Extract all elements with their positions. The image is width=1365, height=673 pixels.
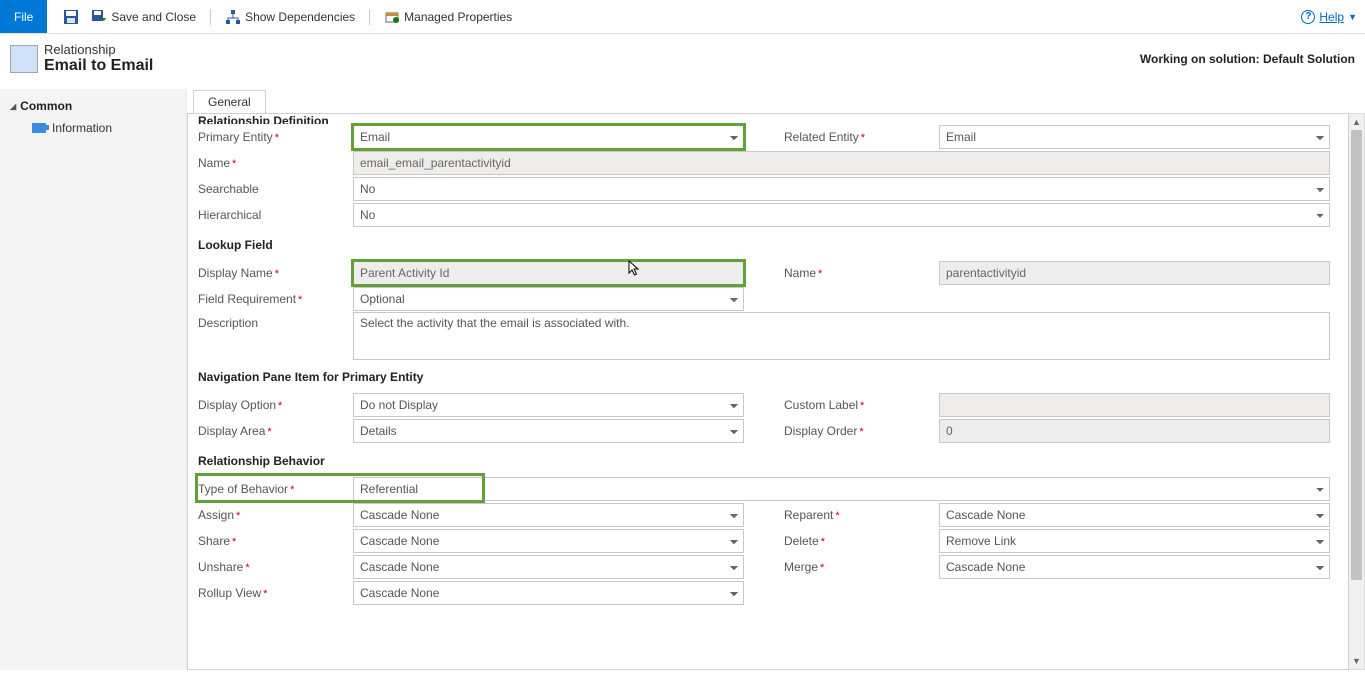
nav-group-common[interactable]: Common xyxy=(0,95,186,117)
save-button[interactable] xyxy=(57,0,85,33)
primary-entity-select[interactable]: Email xyxy=(353,125,744,149)
show-dependencies-button[interactable]: Show Dependencies xyxy=(219,0,361,33)
label-description: Description xyxy=(198,312,353,334)
share-select[interactable]: Cascade None xyxy=(353,529,744,553)
searchable-select[interactable]: No xyxy=(353,177,1330,201)
section-relationship-definition: Relationship Definition xyxy=(198,114,1330,124)
type-of-behavior-select[interactable]: Referential xyxy=(353,477,1330,501)
description-textarea[interactable]: Select the activity that the email is as… xyxy=(353,312,1330,360)
managed-props-icon xyxy=(384,9,400,25)
name-input[interactable] xyxy=(353,151,1330,175)
label-display-name: Display Name* xyxy=(198,262,353,284)
vertical-scrollbar[interactable]: ▲ ▼ xyxy=(1349,113,1365,670)
related-entity-select[interactable]: Email xyxy=(939,125,1330,149)
information-icon xyxy=(32,123,46,133)
help-menu[interactable]: ? Help ▼ xyxy=(1301,10,1357,24)
label-custom-label: Custom Label* xyxy=(784,394,939,416)
managed-properties-button[interactable]: Managed Properties xyxy=(378,0,518,33)
save-icon xyxy=(63,9,79,25)
section-behavior: Relationship Behavior xyxy=(198,444,1330,476)
scroll-down-arrow[interactable]: ▼ xyxy=(1349,653,1364,669)
page-title: Email to Email xyxy=(44,57,153,75)
label-searchable: Searchable xyxy=(198,178,353,200)
toolbar-separator xyxy=(210,9,211,25)
toolbar-separator xyxy=(369,9,370,25)
label-related-entity: Related Entity* xyxy=(784,126,939,148)
label-rollup-view: Rollup View* xyxy=(198,582,353,604)
scroll-up-arrow[interactable]: ▲ xyxy=(1349,114,1364,130)
label-display-area: Display Area* xyxy=(198,420,353,442)
section-nav-pane: Navigation Pane Item for Primary Entity xyxy=(198,360,1330,392)
label-display-order: Display Order* xyxy=(784,420,939,442)
help-icon: ? xyxy=(1301,10,1315,24)
scroll-track[interactable] xyxy=(1349,130,1364,653)
label-delete: Delete* xyxy=(784,530,939,552)
toolbar: File Save and Close Show Dependencies Ma… xyxy=(0,0,1365,34)
nav-item-information[interactable]: Information xyxy=(0,117,186,139)
tab-general[interactable]: General xyxy=(193,90,266,114)
custom-label-input[interactable] xyxy=(939,393,1330,417)
label-unshare: Unshare* xyxy=(198,556,353,578)
label-primary-entity: Primary Entity* xyxy=(198,126,353,148)
dependencies-icon xyxy=(225,9,241,25)
entity-type-label: Relationship xyxy=(44,42,153,57)
label-share: Share* xyxy=(198,530,353,552)
label-field-requirement: Field Requirement* xyxy=(198,288,353,310)
hierarchical-select[interactable]: No xyxy=(353,203,1330,227)
display-area-select[interactable]: Details xyxy=(353,419,744,443)
save-close-icon xyxy=(91,9,107,25)
chevron-down-icon: ▼ xyxy=(1348,12,1357,22)
display-name-input[interactable] xyxy=(353,261,744,285)
merge-select[interactable]: Cascade None xyxy=(939,555,1330,579)
display-order-input[interactable] xyxy=(939,419,1330,443)
unshare-select[interactable]: Cascade None xyxy=(353,555,744,579)
section-lookup-field: Lookup Field xyxy=(198,228,1330,260)
tab-bar: General xyxy=(187,89,1365,113)
label-name: Name* xyxy=(198,152,353,174)
field-requirement-select[interactable]: Optional xyxy=(353,287,744,311)
delete-select[interactable]: Remove Link xyxy=(939,529,1330,553)
file-menu-button[interactable]: File xyxy=(0,0,47,33)
label-type-of-behavior: Type of Behavior* xyxy=(198,478,353,500)
page-header: Relationship Email to Email Working on s… xyxy=(0,34,1365,89)
lookup-name-input[interactable] xyxy=(939,261,1330,285)
solution-context: Working on solution: Default Solution xyxy=(1140,52,1355,66)
label-hierarchical: Hierarchical xyxy=(198,204,353,226)
label-lookup-name: Name* xyxy=(784,262,939,284)
rollup-view-select[interactable]: Cascade None xyxy=(353,581,744,605)
relationship-icon xyxy=(10,45,38,73)
label-assign: Assign* xyxy=(198,504,353,526)
reparent-select[interactable]: Cascade None xyxy=(939,503,1330,527)
save-and-close-button[interactable]: Save and Close xyxy=(85,0,202,33)
label-reparent: Reparent* xyxy=(784,504,939,526)
scroll-thumb[interactable] xyxy=(1351,130,1362,580)
label-display-option: Display Option* xyxy=(198,394,353,416)
assign-select[interactable]: Cascade None xyxy=(353,503,744,527)
form-content: Relationship Definition Primary Entity* … xyxy=(187,113,1349,670)
label-merge: Merge* xyxy=(784,556,939,578)
left-nav: Common Information xyxy=(0,89,187,670)
display-option-select[interactable]: Do not Display xyxy=(353,393,744,417)
